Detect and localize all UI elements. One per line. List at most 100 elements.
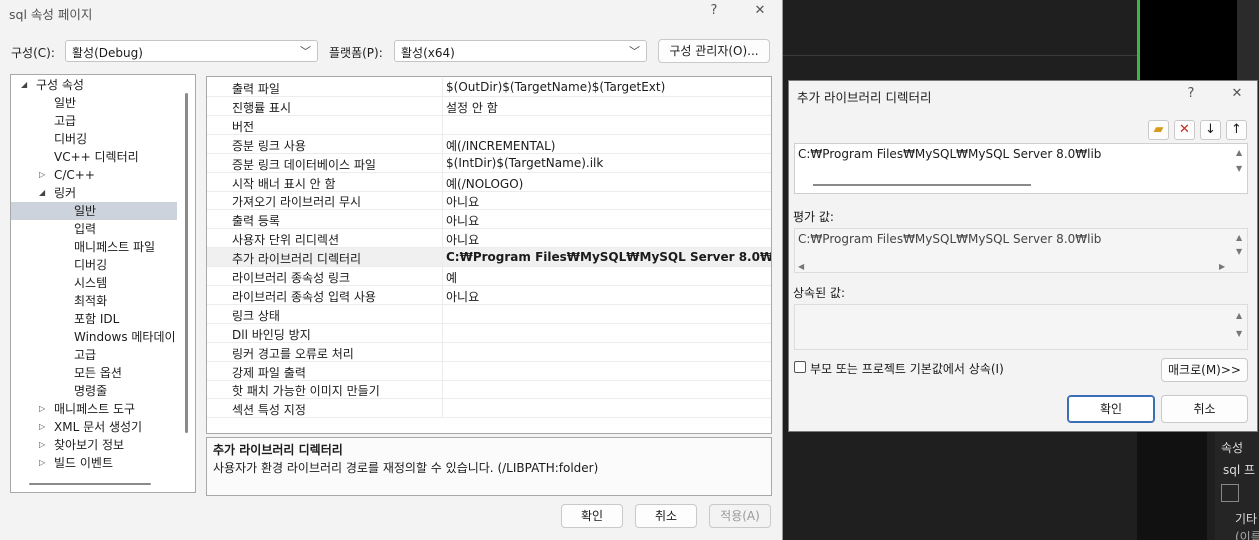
property-row[interactable]: 섹션 특성 지정	[207, 399, 771, 419]
tree-item[interactable]: 모든 옵션	[11, 364, 177, 382]
property-row[interactable]: 강제 파일 출력	[207, 361, 771, 381]
tree-item[interactable]: 일반	[11, 202, 177, 220]
property-row[interactable]: 증분 링크 사용 예(/INCREMENTAL)	[207, 134, 771, 154]
property-value[interactable]: $(IntDir)$(TargetName).ilk	[446, 156, 603, 170]
delete-icon[interactable]: ✕	[1174, 120, 1195, 140]
collapse-icon[interactable]: ◢	[21, 76, 27, 94]
lib-dialog-title: 추가 라이브러리 디렉터리	[797, 90, 932, 105]
property-value[interactable]: 예(/INCREMENTAL)	[446, 137, 555, 154]
property-value[interactable]: 예	[446, 269, 457, 286]
tree-item[interactable]: 입력	[11, 220, 177, 238]
property-name: 증분 링크 사용	[232, 138, 306, 153]
property-row[interactable]: 링크 상태	[207, 304, 771, 324]
property-value[interactable]: 예(/NOLOGO)	[446, 175, 523, 192]
property-value[interactable]: 아니요	[446, 231, 479, 248]
scroll-up-icon[interactable]: ▲	[1236, 311, 1242, 320]
property-row[interactable]: 링커 경고를 오류로 처리	[207, 342, 771, 362]
property-value[interactable]: C:₩Program Files₩MySQL₩MySQL Server 8.0₩…	[446, 250, 771, 264]
macro-button[interactable]: 매크로(M)>>	[1161, 358, 1248, 382]
tree-item[interactable]: 포함 IDL	[11, 310, 177, 328]
property-value[interactable]: 아니요	[446, 212, 479, 229]
close-button[interactable]: ✕	[750, 3, 770, 18]
lib-ok-button[interactable]: 확인	[1067, 395, 1155, 423]
scroll-left-icon[interactable]: ◀	[798, 262, 804, 271]
tree-item[interactable]: 시스템	[11, 274, 177, 292]
property-row[interactable]: 출력 등록 아니요	[207, 210, 771, 230]
tree-item[interactable]: 명령줄	[11, 382, 177, 400]
scroll-down-icon[interactable]: ▼	[1236, 164, 1242, 173]
tree-item[interactable]: 디버깅	[11, 256, 177, 274]
property-row[interactable]: 라이브러리 종속성 입력 사용 아니요	[207, 285, 771, 305]
tree-item[interactable]: ▷ 빌드 이벤트	[11, 454, 177, 472]
directory-list-item[interactable]: C:₩Program Files₩MySQL₩MySQL Server 8.0₩…	[798, 147, 1101, 161]
tree-item[interactable]: VC++ 디렉터리	[11, 148, 177, 166]
inherit-checkbox-label[interactable]: 부모 또는 프로젝트 기본값에서 상속(I)	[810, 360, 1004, 377]
lib-cancel-button[interactable]: 취소	[1161, 395, 1248, 423]
property-row[interactable]: 증분 링크 데이터베이스 파일 $(IntDir)$(TargetName).il…	[207, 153, 771, 173]
property-row[interactable]: 추가 라이브러리 디렉터리 C:₩Program Files₩MySQL₩MySQ…	[207, 248, 771, 268]
property-row[interactable]: 출력 파일 $(OutDir)$(TargetName)$(TargetExt)	[207, 78, 771, 97]
move-up-icon[interactable]: ↑	[1226, 120, 1247, 140]
help-button[interactable]: ?	[704, 3, 724, 18]
property-row[interactable]: 버전	[207, 115, 771, 135]
tree-item[interactable]: ▷ 찾아보기 정보	[11, 436, 177, 454]
expand-icon[interactable]: ▷	[39, 166, 45, 184]
property-row[interactable]: 가져오기 라이브러리 무시 아니요	[207, 191, 771, 211]
platform-dropdown[interactable]: 활성(x64) ﹀	[394, 40, 647, 62]
tree-item[interactable]: ▷ XML 문서 생성기	[11, 418, 177, 436]
lib-close-button[interactable]: ✕	[1227, 86, 1247, 101]
property-row[interactable]: 시작 배너 표시 안 함 예(/NOLOGO)	[207, 172, 771, 192]
directory-list-hscrollbar[interactable]	[813, 184, 1031, 186]
lib-help-button[interactable]: ?	[1181, 86, 1201, 101]
tree-item[interactable]: ◢ 구성 속성	[11, 76, 177, 94]
property-value[interactable]: 아니요	[446, 288, 479, 305]
tree-item[interactable]: ▷ C/C++	[11, 166, 177, 184]
apply-button[interactable]: 적용(A)	[709, 504, 771, 528]
property-value[interactable]: 설정 안 함	[446, 99, 498, 116]
tree-item[interactable]: Windows 메타데이	[11, 328, 177, 346]
directory-list[interactable]: C:₩Program Files₩MySQL₩MySQL Server 8.0₩…	[794, 143, 1248, 194]
column-divider	[442, 380, 443, 400]
property-tree[interactable]: ◢ 구성 속성 일반 고급 디버깅 VC++ 디렉터리 ▷ C/C++ ◢ 링커 일반 입력 매니페스트…	[10, 74, 196, 493]
property-name: 추가 라이브러리 디렉터리	[232, 252, 362, 267]
property-row[interactable]: Dll 바인딩 방지	[207, 323, 771, 343]
expand-icon[interactable]: ▷	[39, 454, 45, 472]
tree-item[interactable]: ▷ 매니페스트 도구	[11, 400, 177, 418]
scroll-right-icon[interactable]: ▶	[1219, 262, 1225, 271]
property-row[interactable]: 진행률 표시 설정 안 함	[207, 96, 771, 116]
new-folder-icon[interactable]: ▰	[1148, 120, 1169, 140]
property-row[interactable]: 핫 패치 가능한 이미지 만들기	[207, 380, 771, 400]
ok-button[interactable]: 확인	[561, 504, 623, 528]
tree-vertical-scrollbar[interactable]	[185, 93, 188, 433]
inherit-checkbox[interactable]	[794, 361, 806, 373]
expand-icon[interactable]: ▷	[39, 418, 45, 436]
property-row[interactable]: 사용자 단위 리디렉션 아니요	[207, 229, 771, 249]
tree-item[interactable]: 매니페스트 파일	[11, 238, 177, 256]
expand-icon[interactable]: ▷	[39, 436, 45, 454]
scroll-down-icon[interactable]: ▼	[1236, 329, 1242, 338]
tree-item-label: 빌드 이벤트	[54, 456, 114, 470]
move-down-icon[interactable]: ↓	[1200, 120, 1221, 140]
property-value[interactable]: 아니요	[446, 193, 479, 210]
tree-item[interactable]: 일반	[11, 94, 177, 112]
property-value[interactable]: $(OutDir)$(TargetName)$(TargetExt)	[446, 80, 665, 94]
tree-item[interactable]: 최적화	[11, 292, 177, 310]
description-text: 사용자가 환경 라이브러리 경로를 재정의할 수 있습니다. (/LIBPATH…	[213, 461, 599, 475]
tree-item[interactable]: ◢ 링커	[11, 184, 177, 202]
tree-item[interactable]: 고급	[11, 346, 177, 364]
scroll-down-icon[interactable]: ▼	[1236, 247, 1242, 256]
scroll-up-icon[interactable]: ▲	[1236, 148, 1242, 157]
tree-item[interactable]: 디버깅	[11, 130, 177, 148]
property-grid[interactable]: 출력 파일 $(OutDir)$(TargetName)$(TargetExt) 진…	[206, 76, 772, 434]
collapse-icon[interactable]: ◢	[39, 184, 45, 202]
configuration-manager-button[interactable]: 구성 관리자(O)...	[658, 39, 770, 63]
properties-panel-icon	[1221, 484, 1239, 502]
configuration-dropdown[interactable]: 활성(Debug) ﹀	[65, 40, 318, 62]
cancel-button[interactable]: 취소	[635, 504, 697, 528]
scroll-up-icon[interactable]: ▲	[1236, 233, 1242, 242]
expand-icon[interactable]: ▷	[39, 400, 45, 418]
tree-horizontal-scrollbar[interactable]	[29, 483, 151, 485]
property-row[interactable]: 라이브러리 종속성 링크 예	[207, 267, 771, 286]
configuration-value: 활성(Debug)	[72, 46, 143, 60]
tree-item[interactable]: 고급	[11, 112, 177, 130]
